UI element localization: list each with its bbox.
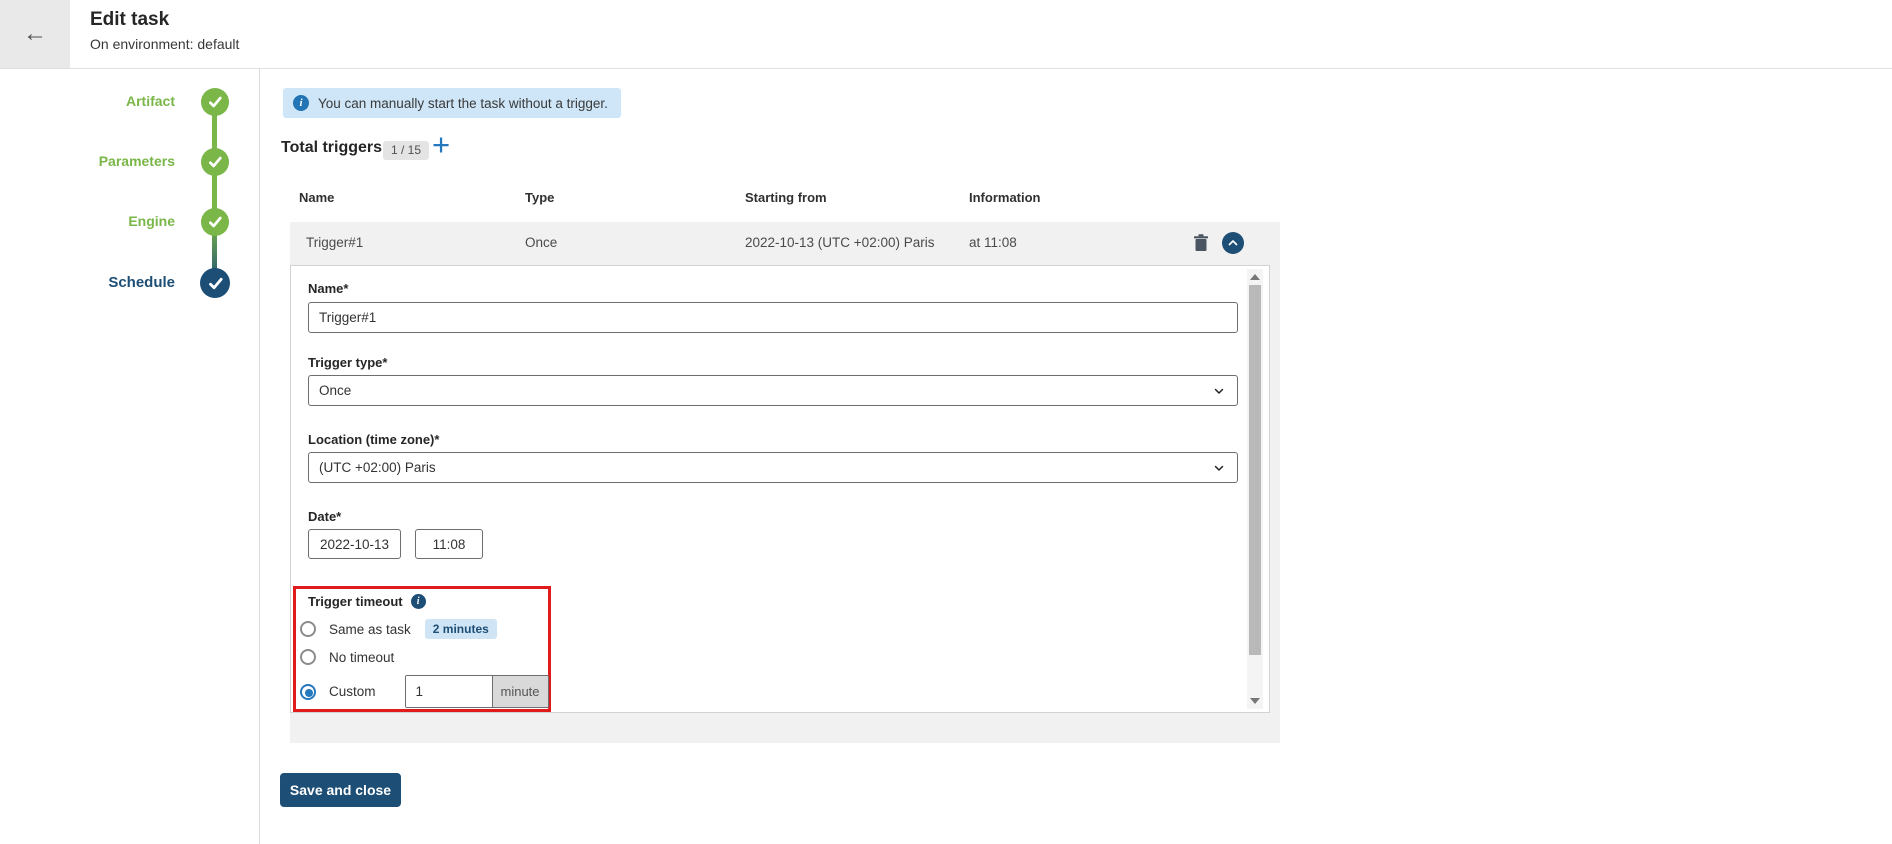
location-selected-value: (UTC +02:00) Paris	[319, 460, 436, 475]
edit-task-page: { "header": { "title": "Edit task", "sub…	[0, 0, 1892, 844]
timeout-option-custom: Custom minute	[300, 675, 549, 708]
sidebar-item-schedule[interactable]: Schedule	[108, 274, 175, 291]
custom-timeout-input-group: minute	[404, 675, 549, 708]
check-icon	[209, 96, 222, 108]
panel-scrollbar[interactable]	[1247, 269, 1263, 709]
column-header-name: Name	[299, 190, 335, 205]
info-banner-text: You can manually start the task without …	[318, 95, 608, 111]
trigger-type-select[interactable]: Once	[308, 375, 1238, 406]
time-input[interactable]	[415, 529, 483, 559]
sidebar-item-artifact[interactable]: Artifact	[126, 93, 175, 109]
check-icon	[209, 156, 222, 168]
engine-complete-icon[interactable]	[201, 208, 229, 236]
back-arrow-icon: ←	[23, 20, 47, 47]
timeout-option-no-timeout: No timeout	[300, 649, 394, 665]
column-header-type: Type	[525, 190, 555, 205]
save-and-close-button[interactable]: Save and close	[280, 773, 401, 807]
sidebar-item-engine[interactable]: Engine	[128, 213, 175, 229]
scrollbar-up-arrow-icon[interactable]	[1250, 274, 1260, 280]
collapse-trigger-button[interactable]	[1222, 232, 1244, 254]
sidebar-item-parameters[interactable]: Parameters	[99, 153, 175, 169]
check-icon	[209, 216, 222, 228]
app-header: ← Edit task On environment: default	[0, 0, 1892, 69]
timeout-option-same-as-task: Same as task 2 minutes	[300, 619, 497, 639]
info-icon: i	[293, 95, 309, 111]
custom-timeout-label: Custom	[329, 684, 376, 699]
location-label: Location (time zone)*	[308, 432, 440, 447]
scrollbar-down-arrow-icon[interactable]	[1250, 698, 1260, 704]
main-content: i You can manually start the task withou…	[261, 69, 1892, 844]
stepper-sidebar: Artifact Parameters Engine Schedule	[0, 69, 260, 844]
trigger-count-badge: 1 / 15	[383, 141, 430, 160]
trigger-name-input[interactable]	[308, 302, 1238, 333]
parameters-complete-icon[interactable]	[201, 148, 229, 176]
custom-timeout-value-input[interactable]	[405, 676, 492, 707]
custom-timeout-unit: minute	[491, 676, 548, 707]
trigger-name-cell: Trigger#1	[306, 235, 364, 250]
trigger-type-label: Trigger type*	[308, 355, 388, 370]
custom-timeout-radio[interactable]	[300, 683, 316, 700]
no-timeout-radio[interactable]	[300, 649, 316, 665]
delete-trigger-button[interactable]	[1191, 233, 1211, 253]
chevron-down-icon	[1214, 465, 1224, 471]
trigger-timeout-group: Trigger timeout i Same as task 2 minutes…	[293, 586, 551, 712]
trigger-edit-panel: Name* Trigger type* Once Location (time …	[290, 265, 1270, 713]
chevron-down-icon	[1214, 388, 1224, 394]
total-triggers-title: Total triggers	[281, 139, 383, 156]
chevron-up-icon	[1228, 240, 1238, 246]
artifact-complete-icon[interactable]	[201, 88, 229, 116]
trigger-type-selected-value: Once	[319, 383, 352, 398]
column-header-information: Information	[969, 190, 1041, 205]
page-title: Edit task	[90, 9, 170, 30]
column-header-starting-from: Starting from	[745, 190, 827, 205]
info-banner: i You can manually start the task withou…	[283, 88, 621, 118]
trigger-row[interactable]: Trigger#1 Once 2022-10-13 (UTC +02:00) P…	[290, 222, 1280, 265]
date-label: Date*	[308, 509, 342, 524]
timeout-label-row: Trigger timeout i	[308, 594, 426, 609]
schedule-active-icon[interactable]	[200, 268, 230, 298]
same-as-task-radio[interactable]	[300, 621, 316, 637]
date-input[interactable]	[308, 529, 401, 559]
trash-icon	[1194, 234, 1208, 251]
trigger-starting-from-cell: 2022-10-13 (UTC +02:00) Paris	[745, 235, 935, 250]
trigger-card: Trigger#1 Once 2022-10-13 (UTC +02:00) P…	[290, 222, 1280, 743]
check-icon	[208, 277, 223, 289]
name-field-label: Name*	[308, 281, 349, 296]
scrollbar-thumb[interactable]	[1249, 285, 1261, 655]
same-as-task-label: Same as task	[329, 621, 411, 637]
task-timeout-badge: 2 minutes	[424, 619, 497, 639]
back-button[interactable]: ←	[0, 0, 70, 68]
timeout-info-icon[interactable]: i	[410, 594, 426, 609]
timeout-label: Trigger timeout	[308, 594, 403, 609]
location-select[interactable]: (UTC +02:00) Paris	[308, 452, 1238, 483]
trigger-type-cell: Once	[525, 235, 558, 250]
no-timeout-label: No timeout	[329, 649, 395, 665]
add-trigger-button[interactable]: +	[432, 129, 450, 160]
page-subtitle: On environment: default	[90, 36, 240, 52]
trigger-information-cell: at 11:08	[969, 235, 1017, 250]
